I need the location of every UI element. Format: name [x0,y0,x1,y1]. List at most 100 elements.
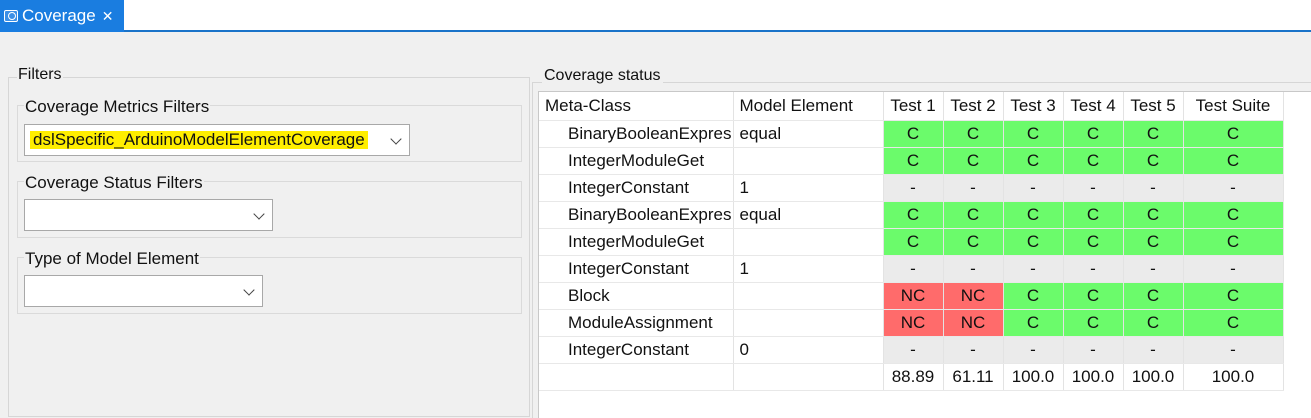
model-element-cell[interactable] [733,228,884,256]
coverage-table-container[interactable]: Meta-Class Model Element Test 1 Test 2 T… [538,91,1311,418]
coverage-percentage-cell[interactable]: 61.11 [943,363,1004,391]
model-element-type-select[interactable] [24,275,263,307]
column-header-test-suite[interactable]: Test Suite [1183,92,1284,121]
coverage-status-cell[interactable]: NC [883,282,944,310]
coverage-status-cell[interactable]: - [1063,255,1124,283]
coverage-status-cell[interactable]: C [1063,282,1124,310]
coverage-status-cell[interactable]: - [943,174,1004,202]
column-header-model-element[interactable]: Model Element [733,92,884,121]
table-row[interactable]: BinaryBooleanExpres equal C C C C C C [539,201,1284,229]
coverage-status-cell[interactable]: - [883,336,944,364]
coverage-status-cell[interactable]: - [1183,336,1284,364]
coverage-status-cell[interactable]: C [1003,201,1064,229]
coverage-status-cell[interactable]: - [1003,174,1064,202]
coverage-status-cell[interactable]: C [1063,228,1124,256]
chevron-down-icon[interactable] [390,133,402,145]
coverage-percentage-cell[interactable]: 100.0 [1183,363,1284,391]
meta-class-cell[interactable]: IntegerConstant [539,336,734,364]
model-element-cell[interactable]: equal [733,201,884,229]
table-row[interactable]: ModuleAssignment NC NC C C C C [539,309,1284,337]
coverage-status-cell[interactable]: C [943,120,1004,148]
coverage-percentage-cell[interactable]: 100.0 [1063,363,1124,391]
coverage-status-cell[interactable]: C [1123,282,1184,310]
table-row[interactable]: IntegerConstant 1- - - - - - [539,174,1284,202]
coverage-status-cell[interactable]: - [943,255,1004,283]
coverage-status-cell[interactable]: C [943,228,1004,256]
model-element-cell[interactable]: equal [733,120,884,148]
coverage-status-cell[interactable]: C [1063,309,1124,337]
meta-class-cell[interactable]: IntegerModuleGet [539,147,734,175]
coverage-status-cell[interactable]: C [1183,282,1284,310]
table-row[interactable]: BinaryBooleanExpres equal C C C C C C [539,120,1284,148]
coverage-status-cell[interactable]: C [1123,201,1184,229]
coverage-status-cell[interactable]: C [1183,147,1284,175]
coverage-status-cell[interactable]: NC [943,282,1004,310]
coverage-status-cell[interactable]: C [1183,120,1284,148]
coverage-status-cell[interactable]: C [943,147,1004,175]
meta-class-cell[interactable]: IntegerConstant [539,255,734,283]
coverage-status-cell[interactable]: NC [943,309,1004,337]
meta-class-cell[interactable]: IntegerModuleGet [539,228,734,256]
column-header-test-2[interactable]: Test 2 [943,92,1004,121]
totals-row[interactable]: 88.89 61.11 100.0 100.0 100.0 100.0 [539,363,1284,391]
meta-class-cell[interactable]: Block [539,282,734,310]
meta-class-cell[interactable]: IntegerConstant [539,174,734,202]
coverage-status-select[interactable] [24,199,273,231]
coverage-status-cell[interactable]: C [1003,309,1064,337]
column-header-test-1[interactable]: Test 1 [883,92,944,121]
table-row[interactable]: IntegerModuleGet C C C C C C [539,228,1284,256]
coverage-status-cell[interactable]: - [883,174,944,202]
table-row[interactable]: IntegerModuleGet C C C C C C [539,147,1284,175]
coverage-status-cell[interactable]: C [883,228,944,256]
meta-class-cell[interactable]: BinaryBooleanExpres [539,201,734,229]
coverage-status-cell[interactable]: - [1183,174,1284,202]
model-element-cell[interactable]: 1 [733,174,884,202]
coverage-status-cell[interactable]: - [1003,336,1064,364]
coverage-status-cell[interactable]: - [1183,255,1284,283]
coverage-status-cell[interactable]: C [1003,228,1064,256]
table-row[interactable]: IntegerConstant 0- - - - - - [539,336,1284,364]
column-header-meta-class[interactable]: Meta-Class [539,92,734,121]
coverage-status-cell[interactable]: C [1123,309,1184,337]
coverage-status-cell[interactable]: C [1063,147,1124,175]
coverage-status-cell[interactable]: - [1123,174,1184,202]
coverage-percentage-cell[interactable]: 100.0 [1003,363,1064,391]
coverage-status-cell[interactable]: C [1183,201,1284,229]
coverage-status-cell[interactable]: C [1003,147,1064,175]
coverage-status-cell[interactable]: - [1123,255,1184,283]
coverage-status-cell[interactable]: C [1063,201,1124,229]
coverage-status-cell[interactable]: - [943,336,1004,364]
coverage-status-cell[interactable]: C [1123,228,1184,256]
coverage-status-cell[interactable]: NC [883,309,944,337]
tab-coverage[interactable]: Coverage ✕ [0,0,124,32]
column-header-test-3[interactable]: Test 3 [1003,92,1064,121]
column-header-test-4[interactable]: Test 4 [1063,92,1124,121]
close-icon[interactable]: ✕ [102,9,114,23]
coverage-status-cell[interactable]: C [1123,120,1184,148]
coverage-status-cell[interactable]: C [883,201,944,229]
coverage-status-cell[interactable]: C [1123,147,1184,175]
meta-class-cell[interactable]: BinaryBooleanExpres [539,120,734,148]
coverage-status-cell[interactable]: C [883,120,944,148]
coverage-table[interactable]: Meta-Class Model Element Test 1 Test 2 T… [539,92,1284,391]
coverage-status-cell[interactable]: C [1063,120,1124,148]
coverage-status-cell[interactable]: C [883,147,944,175]
column-header-test-5[interactable]: Test 5 [1123,92,1184,121]
coverage-percentage-cell[interactable]: 100.0 [1123,363,1184,391]
model-element-cell[interactable] [733,309,884,337]
model-element-cell[interactable]: 0 [733,336,884,364]
coverage-status-cell[interactable]: C [1003,282,1064,310]
model-element-cell[interactable]: 1 [733,255,884,283]
table-row[interactable]: Block NC NC C C C C [539,282,1284,310]
chevron-down-icon[interactable] [253,208,265,220]
coverage-status-cell[interactable]: - [1123,336,1184,364]
model-element-cell[interactable] [733,147,884,175]
coverage-status-cell[interactable]: - [883,255,944,283]
coverage-status-cell[interactable]: C [1183,228,1284,256]
coverage-status-cell[interactable]: - [1003,255,1064,283]
coverage-metrics-select[interactable]: dslSpecific_ArduinoModelElementCoverage [24,124,410,156]
coverage-status-cell[interactable]: C [943,201,1004,229]
coverage-status-cell[interactable]: - [1063,336,1124,364]
chevron-down-icon[interactable] [243,284,255,296]
coverage-status-cell[interactable]: C [1183,309,1284,337]
